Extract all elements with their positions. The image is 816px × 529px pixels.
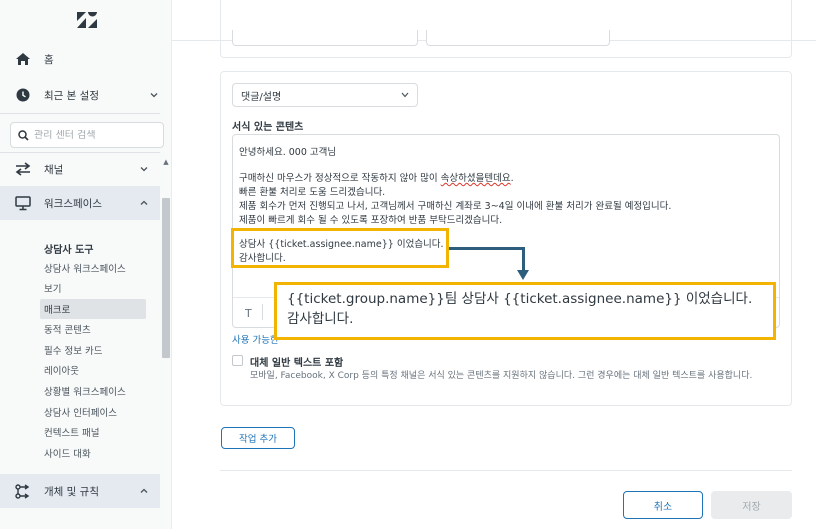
- sidebar-item-workspaces[interactable]: 워크스페이스: [0, 186, 160, 220]
- sidebar-item-label: 최근 본 설정: [44, 89, 99, 102]
- home-icon: [14, 50, 32, 68]
- sidebar-subitem-side-conversations[interactable]: 사이드 대화: [40, 443, 146, 463]
- sidebar-item-recent[interactable]: 최근 본 설정: [0, 78, 172, 112]
- annotation-arrow-line: [449, 247, 525, 250]
- footer-divider: [220, 470, 792, 471]
- previous-action-field[interactable]: [232, 30, 418, 46]
- sidebar-subitem-agent-workspace[interactable]: 상담사 워크스페이스: [40, 258, 146, 278]
- clock-icon: [14, 86, 32, 104]
- search-box[interactable]: [10, 122, 164, 148]
- sidebar-subitem-context-panel[interactable]: 컨텍스트 패널: [40, 422, 146, 442]
- save-button[interactable]: 저장: [711, 491, 792, 519]
- editor-line-greeting: 안녕하세요. 000 고객님: [239, 144, 336, 158]
- sidebar-item-label: 채널: [44, 163, 64, 176]
- spellcheck-error-text: 속상하셨을텐데요: [440, 173, 511, 184]
- channels-arrows-icon: [14, 160, 32, 178]
- annotation-arrow-head-icon: [517, 270, 529, 280]
- plain-text-description: 모바일, Facebook, X Corp 등의 특정 채널은 서식 있는 콘텐…: [250, 371, 753, 381]
- highlight-box-original: [231, 228, 449, 268]
- available-placeholders-link[interactable]: 사용 가능한: [232, 332, 279, 346]
- chevron-up-icon: [140, 200, 148, 205]
- chevron-down-icon: [401, 92, 409, 98]
- sidebar-subitem-views[interactable]: 보기: [40, 278, 146, 298]
- sidebar-subitem-contextual-workspaces[interactable]: 상황별 워크스페이스: [40, 381, 146, 401]
- previous-action-value-field[interactable]: [426, 30, 610, 46]
- scroll-up-arrow-icon[interactable]: ▲: [162, 158, 170, 166]
- cancel-button[interactable]: 취소: [623, 491, 703, 519]
- sidebar-item-objects-and-rules[interactable]: 개체 및 규칙: [0, 474, 160, 508]
- rich-content-label: 서식 있는 콘텐츠: [232, 122, 304, 133]
- editor-text: .: [510, 173, 514, 184]
- sidebar-item-channels[interactable]: 채널: [0, 152, 172, 186]
- sidebar-scrollbar-thumb[interactable]: [162, 198, 170, 358]
- sidebar-subitem-layouts[interactable]: 레이아웃: [40, 360, 146, 380]
- section-title-agent-tools: 상담사 도구: [44, 245, 94, 256]
- action-type-dropdown[interactable]: 댓글/설명: [232, 83, 418, 107]
- search-icon: [18, 129, 29, 141]
- editor-line-3: 제품 회수가 먼저 진행되고 나서, 고객님께서 구매하신 계좌로 3~4일 이…: [239, 201, 672, 212]
- toolbar-separator: [262, 304, 263, 320]
- sidebar-subitem-macros[interactable]: 매크로: [40, 299, 146, 319]
- monitor-icon: [14, 194, 32, 212]
- editor-line-2: 빠른 환불 처리로 도움 드리겠습니다.: [239, 187, 386, 198]
- annotation-arrow-line: [522, 247, 525, 271]
- plain-text-checkbox[interactable]: [232, 355, 243, 366]
- dropdown-value: 댓글/설명: [241, 91, 282, 103]
- editor-text: 안녕하세요. 000 고객님: [239, 147, 337, 158]
- sidebar-subitem-essentials-card[interactable]: 필수 정보 카드: [40, 340, 146, 360]
- chevron-up-icon: [140, 488, 148, 493]
- sidebar-item-home[interactable]: 홈: [0, 42, 172, 76]
- chevron-down-icon: [140, 167, 148, 172]
- suggested-text-line-1: {{ticket.group.name}}팀 상담사 {{ticket.assi…: [287, 291, 753, 307]
- editor-text: 구매하신 마우스가 정상적으로 작동하지 않아 많이: [239, 173, 441, 184]
- divider: [0, 113, 160, 114]
- sidebar-item-label: 홈: [44, 53, 54, 66]
- add-action-button[interactable]: 작업 추가: [221, 427, 295, 449]
- zendesk-logo-icon[interactable]: [76, 11, 98, 29]
- chevron-down-icon: [150, 93, 158, 98]
- objects-rules-icon: [14, 482, 32, 500]
- previous-action-card: [220, 0, 792, 58]
- sidebar-item-label: 워크스페이스: [44, 197, 102, 210]
- sidebar-subitem-agent-interface[interactable]: 상담사 인터페이스: [40, 402, 146, 422]
- suggested-text-line-2: 감사합니다.: [287, 311, 354, 327]
- sidebar: 홈 최근 본 설정 채널 워크스페이스 상담사 도구 상담사 워크스페이스 보기…: [0, 0, 172, 529]
- editor-line-1: 구매하신 마우스가 정상적으로 작동하지 않아 많이 속상하셨을텐데요.: [239, 170, 514, 184]
- editor-line-4: 제품이 빠르게 회수 될 수 있도록 포장하여 반품 부탁드리겠습니다.: [239, 215, 503, 226]
- plain-text-label: 대체 일반 텍스트 포함: [250, 358, 344, 369]
- text-format-button[interactable]: T: [245, 307, 252, 320]
- search-input[interactable]: [34, 129, 154, 141]
- highlight-box-suggested: {{ticket.group.name}}팀 상담사 {{ticket.assi…: [274, 282, 776, 340]
- sidebar-item-label: 개체 및 규칙: [44, 485, 99, 498]
- sidebar-subitem-dynamic-content[interactable]: 동적 콘텐츠: [40, 319, 146, 339]
